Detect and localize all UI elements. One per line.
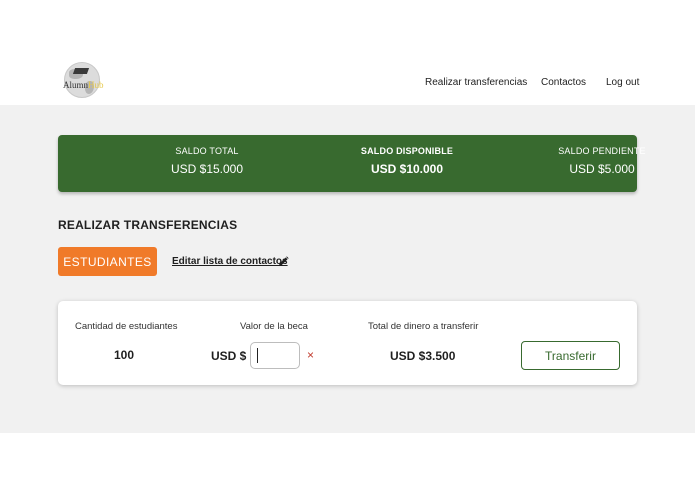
nav-link-contacts[interactable]: Contactos (541, 77, 586, 93)
transfer-button[interactable]: Transferir (521, 341, 620, 370)
total-transfer-label: Total de dinero a transferir (368, 321, 479, 332)
balance-available: SALDO DISPONIBLE USD $10.000 (317, 146, 497, 176)
balance-pending: SALDO PENDIENTE USD $5.000 (512, 146, 692, 176)
balance-total-value: USD $15.000 (170, 162, 244, 176)
total-transfer-value: USD $3.500 (390, 349, 456, 363)
pencil-icon[interactable] (278, 256, 289, 267)
currency-prefix: USD $ (211, 349, 247, 363)
student-count-label: Cantidad de estudiantes (75, 321, 178, 332)
balance-total-label: SALDO TOTAL (175, 146, 239, 156)
scholarship-value-label: Valor de la beca (240, 321, 308, 332)
close-icon[interactable]: × (307, 347, 317, 363)
logo-wordmark-accent: Hub (88, 80, 104, 90)
text-caret (257, 348, 258, 363)
balance-available-value: USD $10.000 (370, 162, 444, 176)
nav-link-transfers[interactable]: Realizar transferencias (425, 77, 527, 93)
logo-wordmark-main: Alumn (63, 80, 89, 90)
alumnhub-logo[interactable]: AlumnHub (60, 62, 108, 102)
transfer-card: Cantidad de estudiantes Valor de la beca… (58, 301, 637, 385)
students-tab-button[interactable]: ESTUDIANTES (58, 247, 157, 276)
nav-link-logout[interactable]: Log out (606, 77, 639, 93)
graduation-cap-icon (72, 68, 90, 74)
edit-contacts-link[interactable]: Editar lista de contactos (172, 256, 288, 267)
main-content: SALDO TOTAL USD $15.000 SALDO DISPONIBLE… (0, 105, 695, 433)
balance-available-label: SALDO DISPONIBLE (360, 146, 454, 156)
balance-total: SALDO TOTAL USD $15.000 (117, 146, 297, 176)
student-count-value: 100 (114, 348, 135, 362)
section-title: REALIZAR TRANSFERENCIAS (58, 218, 238, 232)
balance-pending-label: SALDO PENDIENTE (558, 146, 646, 156)
balance-summary-bar: SALDO TOTAL USD $15.000 SALDO DISPONIBLE… (58, 135, 646, 192)
balance-pending-value: USD $5.000 (569, 162, 635, 176)
logo-wordmark: AlumnHub (63, 80, 104, 90)
top-header: AlumnHub Realizar transferencias Contact… (0, 0, 695, 105)
